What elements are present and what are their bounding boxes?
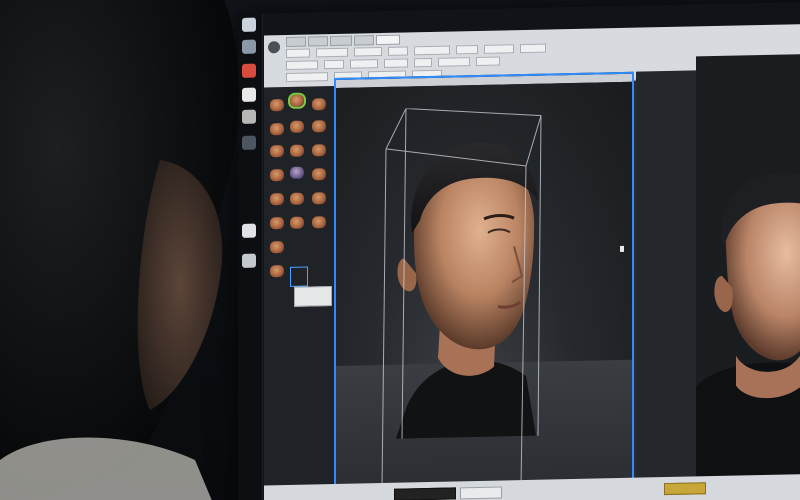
photo-thumbnail-panel <box>264 85 335 500</box>
photo-thumbnail[interactable] <box>290 144 304 157</box>
ribbon-button[interactable] <box>438 57 470 67</box>
ribbon-tab[interactable] <box>286 36 306 47</box>
photo-thumbnail[interactable] <box>270 265 284 278</box>
foreground-person <box>0 0 239 500</box>
3d-viewport[interactable] <box>334 71 634 488</box>
photo-thumbnail[interactable] <box>290 216 304 229</box>
photo-thumbnail-selected[interactable] <box>288 92 306 109</box>
ribbon-button[interactable] <box>354 46 382 57</box>
status-segment <box>394 487 456 500</box>
photo-thumbnail[interactable] <box>270 169 284 182</box>
reference-photo-panel <box>696 53 800 497</box>
photo-thumbnail[interactable] <box>290 166 304 179</box>
ribbon-button[interactable] <box>286 60 318 70</box>
ribbon-button[interactable] <box>484 44 514 54</box>
photo-thumbnail[interactable] <box>312 192 326 205</box>
ribbon-button[interactable] <box>414 57 432 68</box>
photo-thumbnail[interactable] <box>312 120 326 133</box>
photo-thumbnail[interactable] <box>270 241 284 254</box>
photo-thumbnail[interactable] <box>312 216 326 229</box>
photo-thumbnail[interactable] <box>270 123 284 136</box>
status-segment <box>460 486 502 500</box>
bounding-box-wireframe <box>381 107 542 488</box>
photo-thumbnail[interactable] <box>270 99 284 112</box>
photo-thumbnail[interactable] <box>270 145 284 158</box>
photo-thumbnail[interactable] <box>270 217 284 230</box>
ribbon-tab[interactable] <box>308 36 328 47</box>
photo-thumbnail[interactable] <box>312 144 326 157</box>
secondary-panel <box>636 70 696 482</box>
ribbon-tab[interactable] <box>354 35 374 46</box>
mouse-cursor <box>620 245 624 252</box>
reference-photo-person <box>696 172 800 497</box>
ribbon-button[interactable] <box>414 45 450 56</box>
thumbnail-highlight[interactable] <box>290 266 308 287</box>
photo-thumbnail[interactable] <box>270 193 284 206</box>
ribbon-button[interactable] <box>324 59 344 70</box>
ribbon-button[interactable] <box>286 48 310 58</box>
thumbnail-tooltip <box>294 286 332 307</box>
ribbon-button[interactable] <box>384 58 408 68</box>
status-segment <box>664 482 706 496</box>
ribbon-button[interactable] <box>476 56 500 67</box>
photo-thumbnail[interactable] <box>312 168 326 181</box>
ribbon-button[interactable] <box>456 44 478 55</box>
monitor <box>238 1 800 500</box>
photo-thumbnail[interactable] <box>290 192 304 205</box>
ribbon-button[interactable] <box>286 72 328 82</box>
ribbon-button[interactable] <box>316 47 348 58</box>
photo-scene <box>0 0 800 500</box>
photo-thumbnail[interactable] <box>312 98 326 111</box>
photo-thumbnail[interactable] <box>290 120 304 133</box>
ribbon-button[interactable] <box>388 46 408 56</box>
ribbon-button[interactable] <box>520 43 546 54</box>
photogrammetry-app-window <box>264 23 800 500</box>
ribbon-tab[interactable] <box>330 35 352 47</box>
ribbon-tab[interactable] <box>376 34 400 46</box>
ribbon-button[interactable] <box>350 59 378 69</box>
